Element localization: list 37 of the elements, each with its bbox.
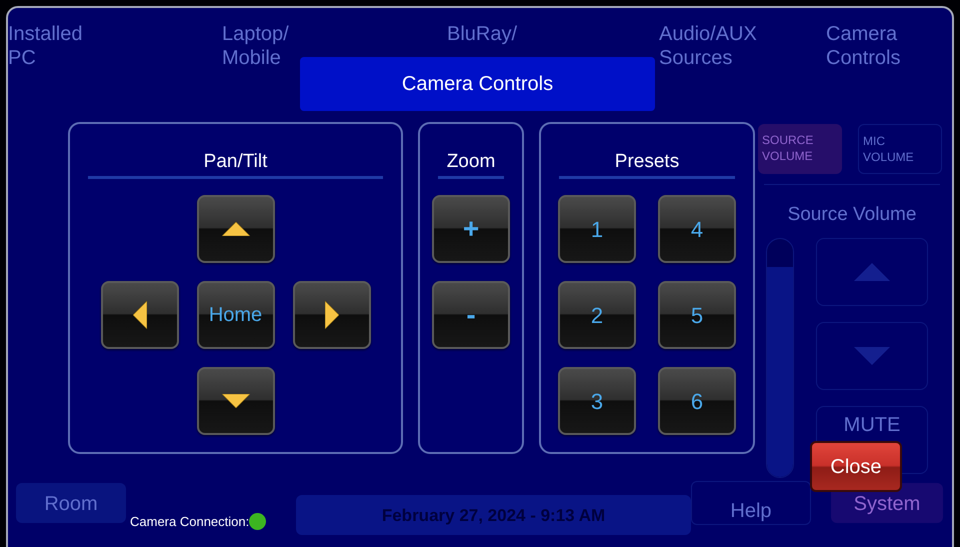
pan-right-button[interactable] [292, 281, 370, 349]
connection-label: Camera Connection: [130, 513, 250, 531]
left-triangle-icon [132, 301, 146, 329]
panel-heading: Pan/Tilt [202, 150, 268, 174]
down-triangle-icon [222, 394, 250, 408]
zoom-button[interactable]: - [432, 281, 510, 349]
up-triangle-icon [222, 222, 250, 236]
date-display: February 27, 2024 - 9:13 AM [296, 495, 691, 535]
preset-button[interactable]: 3 [558, 367, 636, 435]
tilt-down-button[interactable] [196, 367, 274, 435]
right-triangle-icon [324, 301, 338, 329]
volume-tab[interactable]: SOURCE VOLUME [758, 124, 842, 174]
volume-tab[interactable]: MIC VOLUME [858, 124, 942, 174]
modal-title: Camera Controls [300, 57, 655, 111]
home-button[interactable]: Home [196, 281, 274, 349]
pan-left-button[interactable] [100, 281, 178, 349]
room-button[interactable]: Room [16, 483, 126, 523]
preset-button[interactable]: 2 [558, 281, 636, 349]
source-tab[interactable]: Laptop/ Mobile [222, 22, 289, 70]
source-tab[interactable]: BluRay/ [447, 22, 518, 46]
preset-button[interactable]: 1 [558, 195, 636, 263]
tilt-up-button[interactable] [196, 195, 274, 263]
source-tab[interactable]: Audio/AUX Sources [659, 22, 757, 70]
up-triangle-icon [854, 262, 890, 280]
preset-button[interactable]: 4 [658, 195, 736, 263]
help-button[interactable]: Help [691, 481, 811, 525]
zoom-button[interactable]: + [432, 195, 510, 263]
panel-heading: Presets [614, 150, 680, 174]
preset-button[interactable]: 5 [658, 281, 736, 349]
volume-heading: Source Volume [786, 203, 918, 227]
panel-heading: Zoom [446, 150, 496, 174]
source-tab[interactable]: Installed PC [8, 22, 82, 70]
close-button[interactable]: Close [810, 441, 902, 492]
preset-button[interactable]: 6 [658, 367, 736, 435]
volume-slider[interactable] [766, 238, 794, 478]
source-tab[interactable]: Camera Controls [826, 22, 900, 70]
down-triangle-icon [854, 346, 890, 364]
